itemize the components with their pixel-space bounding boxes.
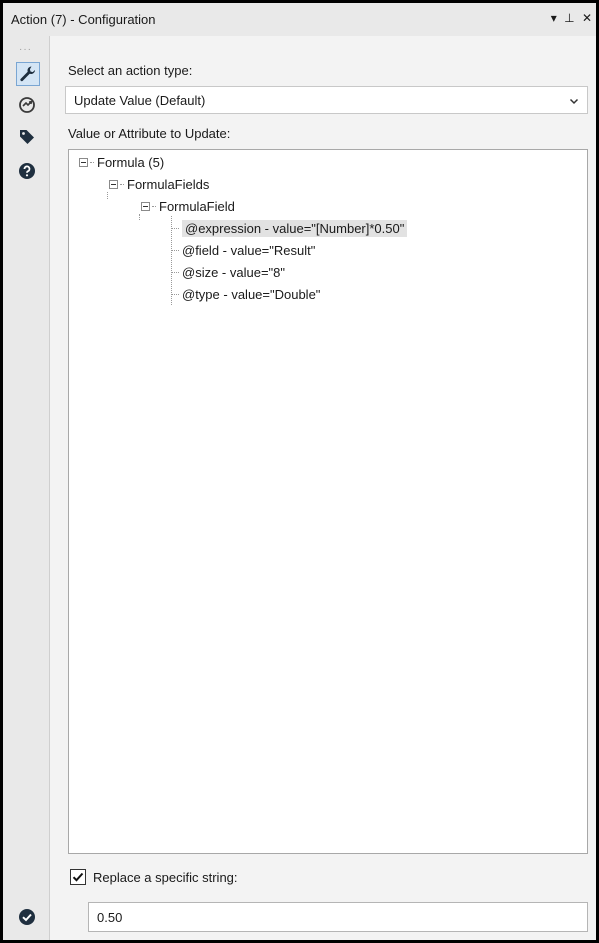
pin-icon[interactable]: ⊥ xyxy=(564,11,574,25)
tree-node-formulafield[interactable]: FormulaField xyxy=(141,196,235,216)
window-title: Action (7) - Configuration xyxy=(11,12,156,27)
tree-connector xyxy=(107,192,108,199)
configuration-window: Action (7) - Configuration ▾ ⊥ ✕ ··· Sel… xyxy=(3,3,596,940)
tree-node-formula[interactable]: Formula (5) xyxy=(79,152,164,172)
tree-node-type[interactable]: @type - value="Double" xyxy=(171,284,320,304)
tree-connector xyxy=(139,214,140,220)
tree-node-label: FormulaField xyxy=(159,198,235,214)
collapse-icon[interactable] xyxy=(141,201,150,211)
help-icon[interactable] xyxy=(16,160,38,182)
wrench-icon[interactable] xyxy=(16,62,40,86)
tree-node-label: Formula (5) xyxy=(97,154,165,170)
action-type-selected: Update Value (Default) xyxy=(74,93,206,108)
replace-string-label: Replace a specific string: xyxy=(93,870,238,885)
checkmark-icon xyxy=(72,872,84,882)
tree-node-label: @size - value="8" xyxy=(182,264,285,280)
chevron-down-icon xyxy=(569,94,579,109)
tree-node-label: FormulaFields xyxy=(127,176,210,192)
tree-node-label: @type - value="Double" xyxy=(182,286,321,302)
tool-strip: ··· xyxy=(3,36,50,940)
tree-node-formulafields[interactable]: FormulaFields xyxy=(109,174,209,194)
close-icon[interactable]: ✕ xyxy=(582,11,592,25)
tree-label: Value or Attribute to Update: xyxy=(68,126,231,141)
title-bar: Action (7) - Configuration ▾ ⊥ ✕ xyxy=(3,3,596,36)
collapse-icon[interactable] xyxy=(109,179,118,189)
action-type-label: Select an action type: xyxy=(68,63,193,78)
menu-dropdown-icon[interactable]: ▾ xyxy=(551,11,557,25)
tree-node-field[interactable]: @field - value="Result" xyxy=(171,240,315,260)
tree-node-label: @expression - value="[Number]*0.50" xyxy=(182,219,408,237)
grip-dots: ··· xyxy=(19,44,32,55)
window-controls: ▾ ⊥ ✕ xyxy=(547,11,592,25)
tree-node-size[interactable]: @size - value="8" xyxy=(171,262,285,282)
tag-icon[interactable] xyxy=(16,126,38,148)
connect-icon[interactable] xyxy=(16,94,38,116)
replace-string-checkbox[interactable] xyxy=(70,869,86,885)
xml-tree-view[interactable]: Formula (5) FormulaFields FormulaField @… xyxy=(68,149,588,854)
tree-node-label: @field - value="Result" xyxy=(182,242,316,258)
check-circle-icon[interactable] xyxy=(16,906,38,928)
tree-node-expression[interactable]: @expression - value="[Number]*0.50" xyxy=(171,218,408,238)
collapse-icon[interactable] xyxy=(79,157,88,167)
configuration-panel: Select an action type: Update Value (Def… xyxy=(50,36,596,940)
replace-string-input[interactable] xyxy=(88,902,588,932)
action-type-dropdown[interactable]: Update Value (Default) xyxy=(65,86,588,114)
